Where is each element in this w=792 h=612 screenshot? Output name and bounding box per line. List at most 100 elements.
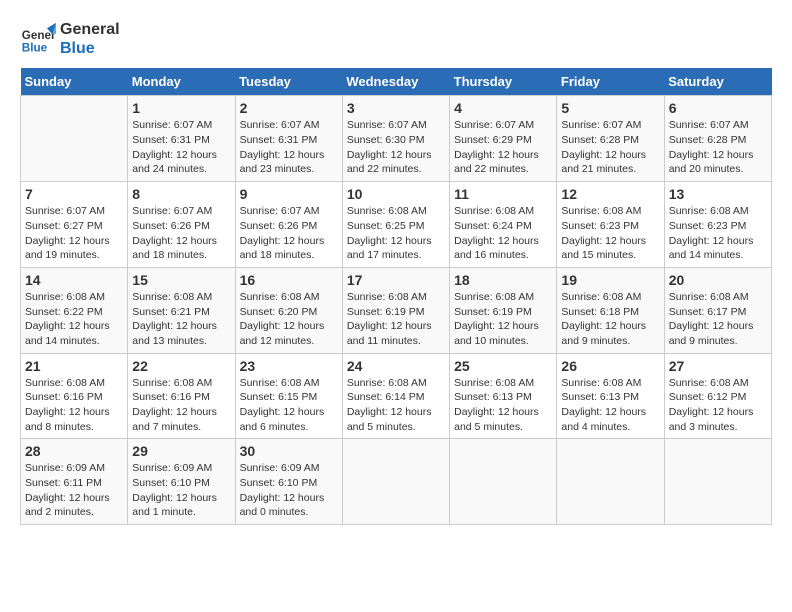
day-number: 24: [347, 358, 445, 374]
day-number: 5: [561, 100, 659, 116]
day-info: Sunrise: 6:08 AM Sunset: 6:16 PM Dayligh…: [132, 376, 230, 435]
calendar-cell: 1Sunrise: 6:07 AM Sunset: 6:31 PM Daylig…: [128, 96, 235, 182]
day-info: Sunrise: 6:07 AM Sunset: 6:26 PM Dayligh…: [132, 204, 230, 263]
day-number: 30: [240, 443, 338, 459]
calendar-cell: 7Sunrise: 6:07 AM Sunset: 6:27 PM Daylig…: [21, 182, 128, 268]
day-info: Sunrise: 6:08 AM Sunset: 6:13 PM Dayligh…: [561, 376, 659, 435]
calendar-cell: 10Sunrise: 6:08 AM Sunset: 6:25 PM Dayli…: [342, 182, 449, 268]
day-info: Sunrise: 6:09 AM Sunset: 6:10 PM Dayligh…: [132, 461, 230, 520]
calendar-cell: 29 Sunrise: 6:09 AM Sunset: 6:10 PM Dayli…: [128, 439, 235, 525]
day-number: 22: [132, 358, 230, 374]
day-number: 16: [240, 272, 338, 288]
calendar-cell: 12 Sunrise: 6:08 AM Sunset: 6:23 PM Dayli…: [557, 182, 664, 268]
day-number: 2: [240, 100, 338, 116]
calendar-cell: 26 Sunrise: 6:08 AM Sunset: 6:13 PM Dayli…: [557, 353, 664, 439]
day-info: Sunrise: 6:08 AM Sunset: 6:21 PM Dayligh…: [132, 290, 230, 349]
calendar-cell: [450, 439, 557, 525]
calendar-cell: 15 Sunrise: 6:08 AM Sunset: 6:21 PM Dayli…: [128, 267, 235, 353]
day-number: 3: [347, 100, 445, 116]
day-number: 15: [132, 272, 230, 288]
day-number: 21: [25, 358, 123, 374]
logo-blue: Blue: [60, 39, 120, 58]
calendar-cell: 22 Sunrise: 6:08 AM Sunset: 6:16 PM Dayli…: [128, 353, 235, 439]
calendar-cell: 6Sunrise: 6:07 AM Sunset: 6:28 PM Daylig…: [664, 96, 771, 182]
day-info: Sunrise: 6:08 AM Sunset: 6:22 PM Dayligh…: [25, 290, 123, 349]
day-number: 14: [25, 272, 123, 288]
calendar-cell: 9Sunrise: 6:07 AM Sunset: 6:26 PM Daylig…: [235, 182, 342, 268]
week-row-5: 28Sunrise: 6:09 AM Sunset: 6:11 PM Dayli…: [21, 439, 772, 525]
day-number: 26: [561, 358, 659, 374]
day-number: 4: [454, 100, 552, 116]
day-info: Sunrise: 6:08 AM Sunset: 6:23 PM Dayligh…: [561, 204, 659, 263]
calendar-cell: 17Sunrise: 6:08 AM Sunset: 6:19 PM Dayli…: [342, 267, 449, 353]
week-row-2: 7Sunrise: 6:07 AM Sunset: 6:27 PM Daylig…: [21, 182, 772, 268]
calendar-cell: 19 Sunrise: 6:08 AM Sunset: 6:18 PM Dayli…: [557, 267, 664, 353]
day-info: Sunrise: 6:08 AM Sunset: 6:15 PM Dayligh…: [240, 376, 338, 435]
day-info: Sunrise: 6:08 AM Sunset: 6:17 PM Dayligh…: [669, 290, 767, 349]
day-header-monday: Monday: [128, 68, 235, 96]
day-number: 18: [454, 272, 552, 288]
day-number: 10: [347, 186, 445, 202]
calendar-cell: 25 Sunrise: 6:08 AM Sunset: 6:13 PM Dayli…: [450, 353, 557, 439]
week-row-1: 1 Sunrise: 6:07 AM Sunset: 6:31 PM Daylig…: [21, 96, 772, 182]
day-info: Sunrise: 6:07 AM Sunset: 6:30 PM Dayligh…: [347, 118, 445, 177]
calendar-cell: 18Sunrise: 6:08 AM Sunset: 6:19 PM Dayli…: [450, 267, 557, 353]
day-number: 17: [347, 272, 445, 288]
logo: General Blue General Blue: [20, 20, 120, 58]
calendar-cell: 23 Sunrise: 6:08 AM Sunset: 6:15 PM Dayli…: [235, 353, 342, 439]
day-info: Sunrise: 6:08 AM Sunset: 6:20 PM Dayligh…: [240, 290, 338, 349]
day-number: 23: [240, 358, 338, 374]
day-number: 19: [561, 272, 659, 288]
calendar-cell: 27 Sunrise: 6:08 AM Sunset: 6:12 PM Dayli…: [664, 353, 771, 439]
day-header-friday: Friday: [557, 68, 664, 96]
week-row-4: 21 Sunrise: 6:08 AM Sunset: 6:16 PM Dayli…: [21, 353, 772, 439]
calendar-cell: 11 Sunrise: 6:08 AM Sunset: 6:24 PM Dayli…: [450, 182, 557, 268]
day-info: Sunrise: 6:09 AM Sunset: 6:11 PM Dayligh…: [25, 461, 123, 520]
day-number: 7: [25, 186, 123, 202]
day-number: 6: [669, 100, 767, 116]
page-header: General Blue General Blue: [20, 20, 772, 58]
calendar-cell: 24Sunrise: 6:08 AM Sunset: 6:14 PM Dayli…: [342, 353, 449, 439]
day-header-saturday: Saturday: [664, 68, 771, 96]
calendar-cell: 28Sunrise: 6:09 AM Sunset: 6:11 PM Dayli…: [21, 439, 128, 525]
calendar-cell: [21, 96, 128, 182]
day-number: 29: [132, 443, 230, 459]
day-number: 27: [669, 358, 767, 374]
calendar-cell: [557, 439, 664, 525]
day-info: Sunrise: 6:07 AM Sunset: 6:31 PM Dayligh…: [240, 118, 338, 177]
day-info: Sunrise: 6:09 AM Sunset: 6:10 PM Dayligh…: [240, 461, 338, 520]
calendar-cell: 14 Sunrise: 6:08 AM Sunset: 6:22 PM Dayli…: [21, 267, 128, 353]
day-header-thursday: Thursday: [450, 68, 557, 96]
calendar-cell: 16 Sunrise: 6:08 AM Sunset: 6:20 PM Dayli…: [235, 267, 342, 353]
day-header-sunday: Sunday: [21, 68, 128, 96]
calendar-cell: [342, 439, 449, 525]
calendar-cell: 5 Sunrise: 6:07 AM Sunset: 6:28 PM Daylig…: [557, 96, 664, 182]
calendar-cell: 21 Sunrise: 6:08 AM Sunset: 6:16 PM Dayli…: [21, 353, 128, 439]
day-number: 8: [132, 186, 230, 202]
day-number: 1: [132, 100, 230, 116]
day-info: Sunrise: 6:08 AM Sunset: 6:12 PM Dayligh…: [669, 376, 767, 435]
svg-text:Blue: Blue: [22, 42, 48, 55]
day-header-tuesday: Tuesday: [235, 68, 342, 96]
day-number: 9: [240, 186, 338, 202]
day-info: Sunrise: 6:08 AM Sunset: 6:16 PM Dayligh…: [25, 376, 123, 435]
day-number: 20: [669, 272, 767, 288]
calendar-cell: 4 Sunrise: 6:07 AM Sunset: 6:29 PM Daylig…: [450, 96, 557, 182]
day-info: Sunrise: 6:07 AM Sunset: 6:29 PM Dayligh…: [454, 118, 552, 177]
day-info: Sunrise: 6:08 AM Sunset: 6:23 PM Dayligh…: [669, 204, 767, 263]
day-number: 12: [561, 186, 659, 202]
calendar-cell: 2 Sunrise: 6:07 AM Sunset: 6:31 PM Daylig…: [235, 96, 342, 182]
logo-icon: General Blue: [20, 21, 56, 57]
day-info: Sunrise: 6:07 AM Sunset: 6:28 PM Dayligh…: [561, 118, 659, 177]
day-info: Sunrise: 6:08 AM Sunset: 6:18 PM Dayligh…: [561, 290, 659, 349]
calendar-table: SundayMondayTuesdayWednesdayThursdayFrid…: [20, 68, 772, 525]
day-info: Sunrise: 6:08 AM Sunset: 6:13 PM Dayligh…: [454, 376, 552, 435]
calendar-cell: 8 Sunrise: 6:07 AM Sunset: 6:26 PM Daylig…: [128, 182, 235, 268]
calendar-cell: 20 Sunrise: 6:08 AM Sunset: 6:17 PM Dayli…: [664, 267, 771, 353]
day-number: 11: [454, 186, 552, 202]
calendar-cell: 13Sunrise: 6:08 AM Sunset: 6:23 PM Dayli…: [664, 182, 771, 268]
calendar-cell: 30 Sunrise: 6:09 AM Sunset: 6:10 PM Dayli…: [235, 439, 342, 525]
calendar-cell: 3 Sunrise: 6:07 AM Sunset: 6:30 PM Daylig…: [342, 96, 449, 182]
day-number: 25: [454, 358, 552, 374]
day-info: Sunrise: 6:08 AM Sunset: 6:24 PM Dayligh…: [454, 204, 552, 263]
